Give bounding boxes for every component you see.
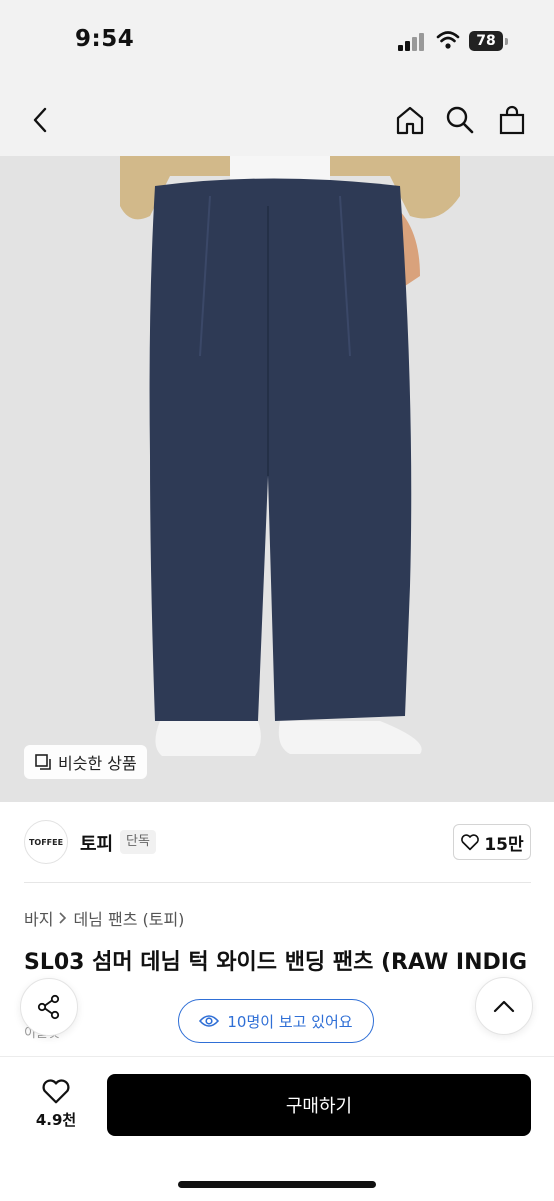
brand-like-button[interactable]: 15만 (453, 824, 531, 860)
search-icon (446, 106, 474, 134)
chevron-up-icon (493, 1000, 515, 1013)
product-photo (0, 156, 554, 802)
wifi-icon (436, 31, 460, 49)
heart-icon (42, 1079, 70, 1104)
share-button[interactable] (20, 978, 78, 1036)
cart-button[interactable] (494, 100, 530, 140)
home-indicator[interactable] (178, 1181, 376, 1188)
eye-icon (199, 1015, 220, 1027)
breadcrumb: 바지 데님 팬츠 (토피) (24, 906, 184, 930)
battery-indicator: 78 (469, 31, 503, 51)
chevron-left-icon (33, 107, 47, 133)
back-button[interactable] (22, 100, 58, 140)
home-icon (396, 106, 424, 135)
breadcrumb-category[interactable]: 바지 (24, 906, 53, 930)
shopping-bag-icon (499, 105, 525, 135)
brand-name[interactable]: 토피 (80, 830, 113, 856)
brand-row: TOFFEE 토피 단독 15만 (24, 818, 531, 868)
product-image[interactable] (0, 156, 554, 802)
search-button[interactable] (442, 100, 478, 140)
exclusive-badge: 단독 (120, 830, 156, 854)
status-bar: 9:54 78 (0, 0, 554, 84)
brand-like-count: 15만 (484, 834, 524, 855)
nav-bar (0, 84, 554, 156)
similar-products-label: 비슷한 상품 (58, 754, 137, 773)
heart-icon (461, 834, 480, 851)
wishlist-button[interactable]: 4.9천 (26, 1077, 86, 1137)
share-icon (37, 994, 60, 1020)
home-button[interactable] (392, 100, 428, 140)
divider (24, 882, 531, 883)
scroll-to-top-button[interactable] (475, 977, 533, 1035)
chevron-right-icon (59, 912, 67, 924)
status-time: 9:54 (75, 26, 135, 52)
brand-logo[interactable]: TOFFEE (24, 820, 68, 864)
product-title: SL03 섬머 데님 턱 와이드 밴딩 팬츠 (RAW INDIG (24, 950, 528, 975)
breadcrumb-subcategory[interactable]: 데님 팬츠 (토피) (73, 906, 184, 930)
viewers-indicator: 10명이 보고 있어요 (178, 999, 374, 1043)
bottom-action-bar: 4.9천 구매하기 (0, 1056, 554, 1201)
similar-products-button[interactable]: 비슷한 상품 (24, 745, 147, 779)
wishlist-count: 4.9천 (35, 1111, 77, 1129)
signal-icon (398, 33, 426, 51)
buy-button[interactable]: 구매하기 (107, 1074, 531, 1136)
similar-icon (35, 754, 51, 770)
battery-tip (505, 38, 508, 45)
viewers-label: 10명이 보고 있어요 (227, 1012, 353, 1031)
